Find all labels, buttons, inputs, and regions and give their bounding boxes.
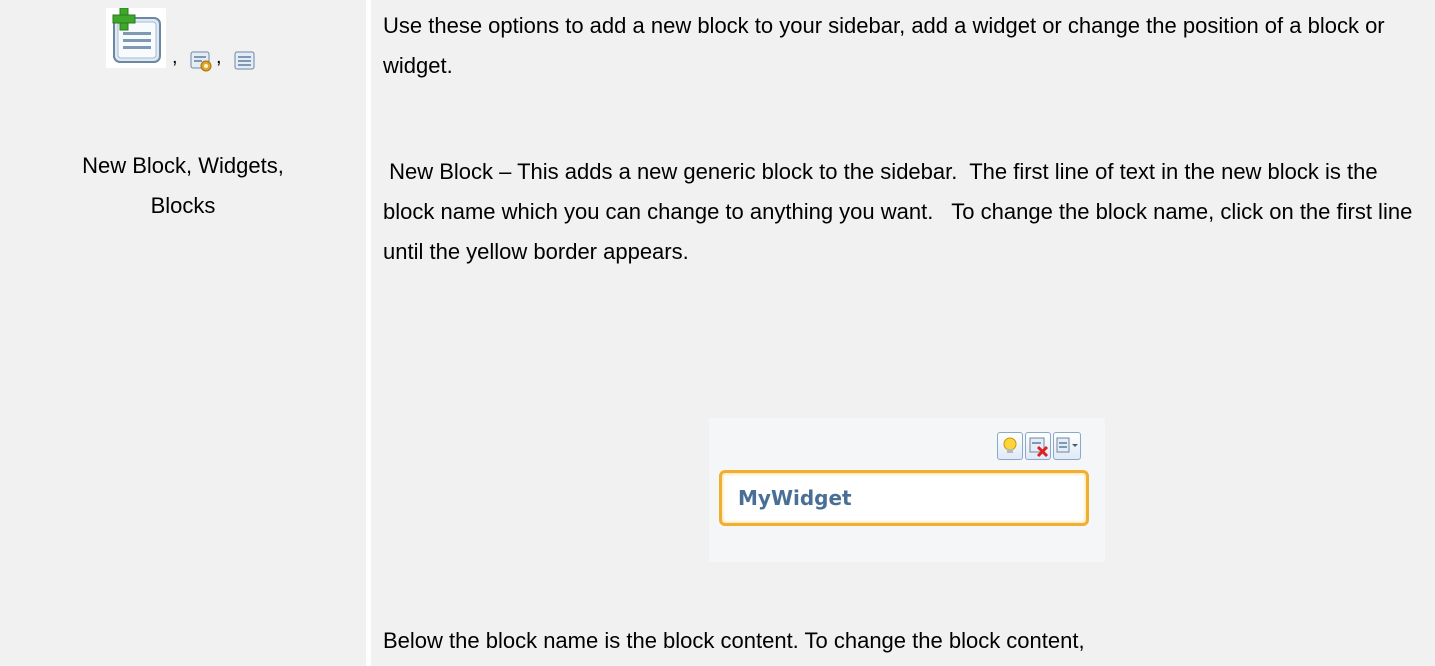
caption-line: Blocks [150,193,216,218]
new-block-icon [106,7,166,68]
intro-paragraph: Use these options to add a new block to … [383,13,1385,78]
left-caption: New Block, Widgets, Blocks [0,146,366,226]
blocks-icon [234,50,256,72]
caption-line: New Block, Widgets, [82,153,284,178]
new-block-paragraph: New Block – This adds a new generic bloc… [383,159,1419,264]
block-content-paragraph: Below the block name is the block conten… [383,628,1085,653]
widget-name: MyWidget [738,486,852,510]
widget-example-image: MyWidget [709,418,1105,562]
right-column [371,0,1435,666]
lightbulb-icon [997,432,1023,460]
widget-name-box: MyWidget [719,470,1089,526]
delete-icon [1025,432,1051,460]
icon-row: , , [106,7,306,78]
icon-separator: , [172,46,178,68]
left-column [0,0,366,666]
icon-separator: , [216,46,222,68]
widgets-icon [190,50,212,72]
layout-dropdown-icon [1053,432,1081,460]
help-table: , , New Block, Widgets, Blocks Use these… [0,0,1435,666]
